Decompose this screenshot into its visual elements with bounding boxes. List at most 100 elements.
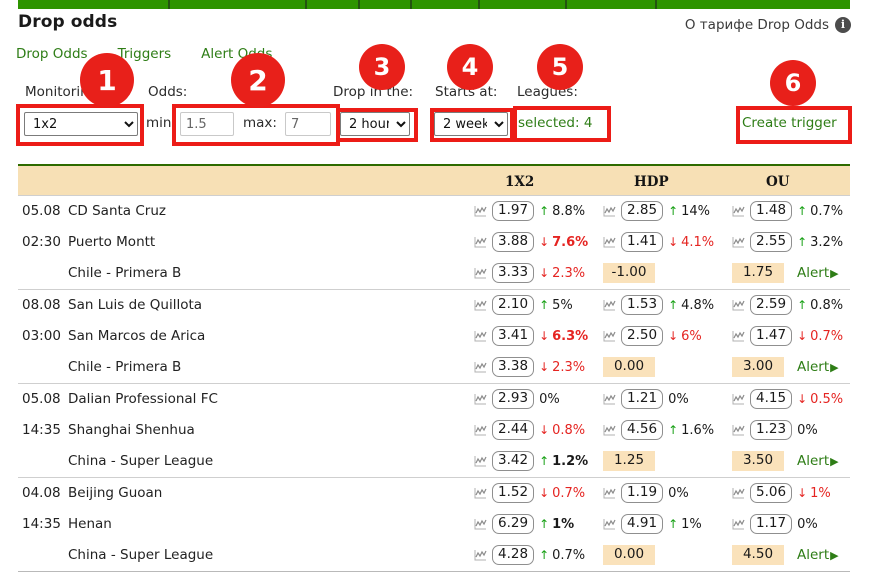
table-row[interactable]: Chile - Primera B 3.33 ↓ 2.3% -1.00 1.75 Alert…: [18, 258, 850, 289]
change-percent: ↑ 14%: [668, 204, 710, 219]
odd-value[interactable]: 2.55: [750, 232, 793, 252]
sparkline-icon[interactable]: [732, 205, 745, 217]
odd-value[interactable]: 3.42: [492, 451, 535, 471]
odd-value[interactable]: 3.38: [492, 357, 535, 377]
table-row[interactable]: 05.08 CD Santa Cruz 1.97 ↑ 8.8% 2.85 ↑ 14% 1.48 ↑…: [18, 196, 850, 227]
sparkline-icon[interactable]: [732, 299, 745, 311]
change-percent: ↓ 0.5%: [797, 392, 843, 407]
change-percent-value: 0.8%: [552, 422, 586, 438]
odd-value[interactable]: 4.28: [492, 545, 535, 565]
tab-drop-odds[interactable]: Drop Odds: [16, 46, 88, 62]
play-triangle-icon: ▶: [830, 266, 839, 280]
sparkline-icon[interactable]: [603, 487, 616, 499]
odd-value[interactable]: 4.56: [621, 420, 664, 440]
change-percent: 0%: [797, 423, 818, 438]
odd-value[interactable]: 1.47: [750, 326, 793, 346]
sparkline-icon[interactable]: [474, 549, 487, 561]
sparkline-icon[interactable]: [474, 487, 487, 499]
event-name: Shanghai Shenhua: [68, 422, 195, 438]
table-row[interactable]: China - Super League 4.28 ↑ 0.7% 0.00 4.50 Ale…: [18, 540, 850, 571]
sparkline-icon[interactable]: [603, 205, 616, 217]
odd-value[interactable]: 6.29: [492, 514, 535, 534]
alert-link[interactable]: Alert ▶: [797, 359, 839, 375]
odd-value[interactable]: 2.93: [492, 389, 535, 409]
odd-value[interactable]: 1.17: [750, 514, 793, 534]
sparkline-icon[interactable]: [474, 330, 487, 342]
annotation-box-6: [736, 106, 852, 144]
sparkline-icon[interactable]: [474, 267, 487, 279]
odd-value[interactable]: 3.88: [492, 232, 535, 252]
odds-cell: 4.15 ↓ 0.5%: [732, 389, 843, 409]
sparkline-icon[interactable]: [474, 393, 487, 405]
odd-value[interactable]: 4.15: [750, 389, 793, 409]
sparkline-icon[interactable]: [603, 424, 616, 436]
odd-value[interactable]: 3.41: [492, 326, 535, 346]
sparkline-icon[interactable]: [474, 424, 487, 436]
odds-cell: 3.33 ↓ 2.3%: [474, 263, 585, 283]
table-row[interactable]: 05.08 Dalian Professional FC 2.93 0% 1.21 0% 4…: [18, 384, 850, 415]
sparkline-icon[interactable]: [474, 299, 487, 311]
sparkline-icon[interactable]: [474, 518, 487, 530]
arrow-down-icon: ↓: [797, 486, 808, 500]
table-row[interactable]: 04.08 Beijing Guoan 1.52 ↓ 0.7% 1.19 0% 5.06 ↓ 1%: [18, 478, 850, 509]
sparkline-icon[interactable]: [732, 518, 745, 530]
event-name: Beijing Guoan: [68, 485, 163, 501]
info-icon[interactable]: i: [835, 17, 851, 33]
odd-value[interactable]: 2.10: [492, 295, 535, 315]
odd-value[interactable]: 4.91: [621, 514, 664, 534]
odd-value[interactable]: 1.19: [621, 483, 664, 503]
alert-link[interactable]: Alert ▶: [797, 547, 839, 563]
odd-value[interactable]: 1.52: [492, 483, 535, 503]
table-row[interactable]: China - Super League 3.42 ↑ 1.2% 1.25 3.50 Ale…: [18, 446, 850, 477]
change-percent-value: 0.7%: [552, 547, 586, 563]
table-row[interactable]: Chile - Primera B 3.38 ↓ 2.3% 0.00 3.00 Alert ▶: [18, 352, 850, 383]
odds-cell: 2.10 ↑ 5%: [474, 295, 573, 315]
alert-label: Alert: [797, 359, 830, 375]
change-percent-value: 1.6%: [681, 422, 715, 438]
sparkline-icon[interactable]: [474, 205, 487, 217]
odd-value[interactable]: 5.06: [750, 483, 793, 503]
odd-value[interactable]: 1.97: [492, 201, 535, 221]
odd-value[interactable]: 2.50: [621, 326, 664, 346]
sparkline-icon[interactable]: [603, 236, 616, 248]
odd-value[interactable]: 2.85: [621, 201, 664, 221]
change-percent-value: 1.2%: [552, 453, 589, 469]
table-row[interactable]: 02:30 Puerto Montt 3.88 ↓ 7.6% 1.41 ↓ 4.1% 2.55 ↑…: [18, 227, 850, 258]
sparkline-icon[interactable]: [474, 361, 487, 373]
odd-value[interactable]: 1.41: [621, 232, 664, 252]
sparkline-icon[interactable]: [474, 455, 487, 467]
arrow-up-icon: ↑: [668, 298, 679, 312]
line-value: 4.50: [732, 545, 784, 565]
change-percent: ↑ 3.2%: [797, 235, 843, 250]
odd-value[interactable]: 2.44: [492, 420, 535, 440]
odd-value[interactable]: 2.59: [750, 295, 793, 315]
sparkline-icon[interactable]: [732, 424, 745, 436]
arrow-down-icon: ↓: [539, 329, 550, 343]
table-row[interactable]: 08.08 San Luis de Quillota 2.10 ↑ 5% 1.53 ↑ 4.8…: [18, 290, 850, 321]
odd-value[interactable]: 1.21: [621, 389, 664, 409]
table-row[interactable]: 14:35 Henan 6.29 ↑ 1% 4.91 ↑ 1% 1.17 0%: [18, 509, 850, 540]
tariff-link[interactable]: О тарифе Drop Odds i: [685, 17, 851, 33]
table-row[interactable]: 03:00 San Marcos de Arica 3.41 ↓ 6.3% 2.50 ↓ 6%…: [18, 321, 850, 352]
sparkline-icon[interactable]: [603, 393, 616, 405]
alert-link[interactable]: Alert ▶: [797, 265, 839, 281]
odd-value[interactable]: 1.23: [750, 420, 793, 440]
arrow-down-icon: ↓: [539, 266, 550, 280]
table-body: 05.08 CD Santa Cruz 1.97 ↑ 8.8% 2.85 ↑ 14% 1.48 ↑…: [18, 196, 850, 572]
sparkline-icon[interactable]: [603, 299, 616, 311]
sparkline-icon[interactable]: [732, 236, 745, 248]
sparkline-icon[interactable]: [603, 330, 616, 342]
sparkline-icon[interactable]: [603, 518, 616, 530]
sparkline-icon[interactable]: [474, 236, 487, 248]
arrow-up-icon: ↑: [539, 454, 550, 468]
event-name: Puerto Montt: [68, 234, 156, 250]
alert-link[interactable]: Alert ▶: [797, 453, 839, 469]
odd-value[interactable]: 1.53: [621, 295, 664, 315]
change-percent: ↓ 2.3%: [539, 360, 585, 375]
table-row[interactable]: 14:35 Shanghai Shenhua 2.44 ↓ 0.8% 4.56 ↑ 1.6% 1…: [18, 415, 850, 446]
odd-value[interactable]: 1.48: [750, 201, 793, 221]
sparkline-icon[interactable]: [732, 487, 745, 499]
sparkline-icon[interactable]: [732, 393, 745, 405]
odd-value[interactable]: 3.33: [492, 263, 535, 283]
sparkline-icon[interactable]: [732, 330, 745, 342]
